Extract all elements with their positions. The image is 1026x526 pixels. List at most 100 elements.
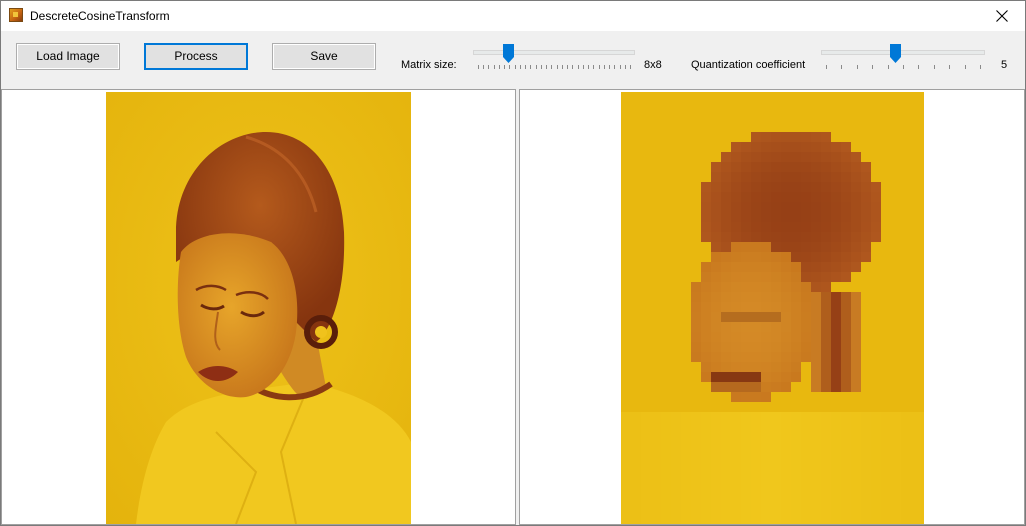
image-block xyxy=(841,142,851,152)
image-block xyxy=(731,482,741,492)
image-block xyxy=(911,462,921,472)
image-block xyxy=(861,202,871,212)
image-block xyxy=(851,402,861,412)
image-block xyxy=(781,92,791,102)
image-block xyxy=(821,252,831,262)
image-block xyxy=(881,312,891,322)
image-block xyxy=(871,102,881,112)
image-block xyxy=(831,512,841,522)
image-block xyxy=(811,452,821,462)
image-block xyxy=(731,232,741,242)
image-block xyxy=(721,172,731,182)
slider-tick xyxy=(588,65,589,69)
image-block xyxy=(711,462,721,472)
image-block xyxy=(651,262,661,272)
image-block xyxy=(881,332,891,342)
image-block xyxy=(711,412,721,422)
image-block xyxy=(731,372,741,382)
image-block xyxy=(641,292,651,302)
image-block xyxy=(631,312,641,322)
image-block xyxy=(631,432,641,442)
image-block xyxy=(781,362,791,372)
image-block xyxy=(801,242,811,252)
image-block xyxy=(921,352,924,362)
image-block xyxy=(801,402,811,412)
save-button[interactable]: Save xyxy=(272,43,376,70)
image-block xyxy=(771,522,781,524)
image-block xyxy=(781,492,791,502)
image-block xyxy=(771,142,781,152)
image-block xyxy=(751,482,761,492)
image-block xyxy=(781,282,791,292)
image-block xyxy=(651,272,661,282)
image-block xyxy=(761,122,771,132)
image-block xyxy=(711,342,721,352)
image-block xyxy=(891,482,901,492)
slider-thumb[interactable] xyxy=(503,44,514,63)
image-block xyxy=(901,232,911,242)
image-block xyxy=(781,162,791,172)
load-image-button[interactable]: Load Image xyxy=(16,43,120,70)
image-block xyxy=(621,522,631,524)
image-block xyxy=(791,112,801,122)
image-block xyxy=(811,492,821,502)
image-block xyxy=(641,222,651,232)
image-block xyxy=(861,432,871,442)
image-block xyxy=(811,502,821,512)
image-block xyxy=(881,492,891,502)
image-block xyxy=(891,112,901,122)
toolbar: Load Image Process Save Matrix size: 8x8… xyxy=(1,31,1025,89)
slider-tick xyxy=(546,65,547,69)
image-block xyxy=(771,432,781,442)
image-block xyxy=(821,232,831,242)
image-block xyxy=(641,252,651,262)
image-block xyxy=(811,182,821,192)
image-block xyxy=(741,472,751,482)
slider-tick xyxy=(857,65,858,69)
image-block xyxy=(741,122,751,132)
image-block xyxy=(661,342,671,352)
image-block xyxy=(751,262,761,272)
image-block xyxy=(651,352,661,362)
image-block xyxy=(681,262,691,272)
quantization-slider[interactable] xyxy=(821,44,985,74)
image-block xyxy=(811,232,821,242)
image-block xyxy=(681,472,691,482)
slider-tick xyxy=(515,65,516,69)
image-block xyxy=(621,132,631,142)
image-block xyxy=(871,262,881,272)
slider-tick xyxy=(949,65,950,69)
image-block xyxy=(671,192,681,202)
image-block xyxy=(761,272,771,282)
image-block xyxy=(891,322,901,332)
image-block xyxy=(891,332,901,342)
image-block xyxy=(661,302,671,312)
image-block xyxy=(631,212,641,222)
image-block xyxy=(651,392,661,402)
image-block xyxy=(791,352,801,362)
image-block xyxy=(701,182,711,192)
image-block xyxy=(871,202,881,212)
image-block xyxy=(821,352,831,362)
image-block xyxy=(691,352,701,362)
title-bar: DescreteCosineTransform xyxy=(1,1,1025,31)
image-block xyxy=(651,132,661,142)
image-block xyxy=(891,172,901,182)
image-block xyxy=(711,102,721,112)
image-block xyxy=(881,462,891,472)
image-block xyxy=(761,312,771,322)
slider-thumb[interactable] xyxy=(890,44,901,63)
image-block xyxy=(741,242,751,252)
image-block xyxy=(911,352,921,362)
image-block xyxy=(881,442,891,452)
image-block xyxy=(921,332,924,342)
image-block xyxy=(761,362,771,372)
image-block xyxy=(901,422,911,432)
matrix-size-slider[interactable] xyxy=(473,44,635,74)
process-button[interactable]: Process xyxy=(144,43,248,70)
image-block xyxy=(871,522,881,524)
image-block xyxy=(851,142,861,152)
image-block xyxy=(731,172,741,182)
image-block xyxy=(721,402,731,412)
close-button[interactable] xyxy=(979,1,1025,31)
